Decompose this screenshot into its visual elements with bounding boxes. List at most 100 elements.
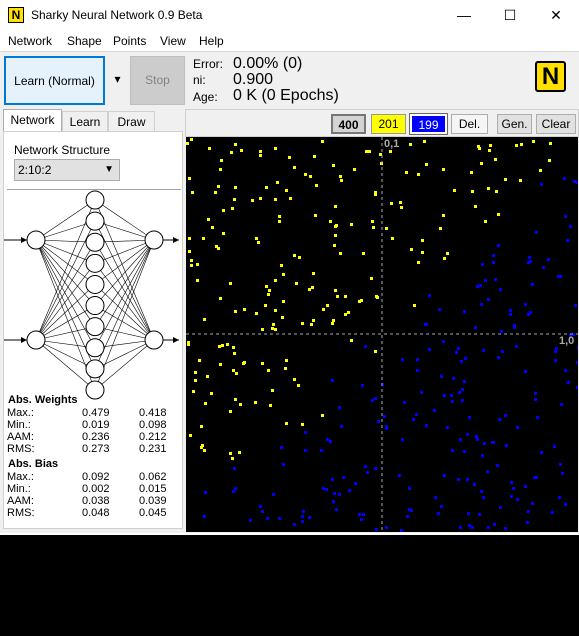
menu-network[interactable]: Network	[8, 34, 52, 48]
blue-point	[527, 313, 530, 316]
menu-shape[interactable]: Shape	[67, 34, 102, 48]
blue-point	[360, 518, 363, 521]
yellow-point	[192, 390, 195, 393]
blue-point	[551, 511, 554, 514]
yellow-point	[311, 286, 314, 289]
menu-view[interactable]: View	[160, 34, 186, 48]
blue-points-button[interactable]: 199	[409, 113, 448, 135]
yellow-point	[276, 181, 279, 184]
yellow-point	[194, 379, 197, 382]
tab-learn[interactable]: Learn	[62, 111, 108, 131]
learn-button[interactable]: Learn (Normal)	[4, 56, 105, 105]
blue-point	[559, 463, 562, 466]
blue-point	[497, 244, 500, 247]
yellow-point	[390, 202, 393, 205]
points-canvas[interactable]: 0,1 1,0	[186, 137, 578, 532]
blue-point	[480, 490, 483, 493]
menu-points[interactable]: Points	[113, 34, 146, 48]
yellow-point	[344, 313, 347, 316]
yellow-point	[314, 214, 317, 217]
tab-draw[interactable]: Draw	[108, 111, 155, 131]
blue-point	[401, 358, 404, 361]
yellow-point	[322, 308, 325, 311]
minimize-button[interactable]: —	[441, 0, 487, 31]
blue-point	[531, 283, 534, 286]
yellow-points-button[interactable]: 201	[371, 114, 406, 134]
maximize-button[interactable]: ☐	[487, 0, 533, 31]
blue-point	[331, 478, 334, 481]
yellow-point	[310, 323, 313, 326]
close-button[interactable]: ✕	[533, 0, 579, 31]
yellow-point	[334, 225, 337, 228]
yellow-point	[313, 155, 316, 158]
neuron	[26, 230, 46, 250]
blue-point	[516, 426, 519, 429]
yellow-point	[218, 345, 221, 348]
yellow-point	[549, 142, 552, 145]
yellow-point	[220, 159, 223, 162]
blue-point	[476, 438, 479, 441]
stop-button[interactable]: Stop	[130, 56, 185, 105]
yellow-point	[474, 205, 477, 208]
blue-point	[364, 345, 367, 348]
yellow-point	[188, 250, 191, 253]
delete-button[interactable]: Del.	[451, 114, 488, 134]
tab-network[interactable]: Network	[3, 109, 62, 131]
yellow-point	[259, 150, 262, 153]
blue-point	[501, 350, 504, 353]
clear-button[interactable]: Clear	[536, 114, 576, 134]
blue-point	[203, 515, 206, 518]
left-panel: Network Learn Draw Network Structure 2:1…	[0, 109, 184, 533]
yellow-point	[214, 191, 217, 194]
blue-point	[437, 512, 440, 515]
output-area	[0, 533, 579, 636]
blue-point	[481, 263, 484, 266]
learn-mode-dropdown-icon[interactable]: ▾	[108, 56, 127, 105]
yellow-point	[353, 168, 356, 171]
blue-point	[335, 508, 338, 511]
yellow-point	[487, 187, 490, 190]
blue-point	[266, 517, 269, 520]
yellow-point	[350, 339, 353, 342]
blue-point	[425, 424, 428, 427]
yellow-point	[194, 371, 197, 374]
blue-point	[385, 425, 388, 428]
generate-button[interactable]: Gen.	[497, 114, 532, 134]
error-label: Error:	[193, 57, 223, 71]
blue-point	[338, 493, 341, 496]
yellow-point	[265, 186, 268, 189]
blue-point	[492, 261, 495, 264]
stat-label: AAM:	[7, 431, 34, 443]
blue-point	[302, 510, 305, 513]
yellow-point	[442, 214, 445, 217]
sharky-logo-icon: N	[535, 61, 566, 92]
blue-point	[401, 438, 404, 441]
yellow-point	[196, 279, 199, 282]
network-tab-panel: Network Structure 2:10:2 ▼ Abs. Weights …	[3, 131, 183, 529]
blue-point	[385, 526, 388, 529]
blue-point	[420, 391, 423, 394]
yellow-point	[519, 179, 522, 182]
blue-point	[433, 409, 436, 412]
blue-point	[558, 496, 561, 499]
yellow-point	[417, 261, 420, 264]
blue-point	[425, 323, 428, 326]
yellow-point	[421, 239, 424, 242]
yellow-point	[285, 422, 288, 425]
network-structure-select[interactable]: 2:10:2 ▼	[14, 159, 120, 181]
blue-point	[509, 313, 512, 316]
yellow-point	[295, 282, 298, 285]
neuron	[26, 330, 46, 350]
yellow-point	[280, 264, 283, 267]
yellow-point	[285, 189, 288, 192]
stat-value: 0.231	[139, 443, 167, 455]
network-connection	[35, 239, 96, 306]
blue-point	[428, 294, 431, 297]
menu-help[interactable]: Help	[199, 34, 224, 48]
neuron	[85, 359, 105, 379]
blue-point	[406, 515, 409, 518]
yellow-point	[190, 264, 193, 267]
neuron	[85, 211, 105, 231]
yellow-point	[242, 362, 245, 365]
yellow-point	[326, 304, 329, 307]
